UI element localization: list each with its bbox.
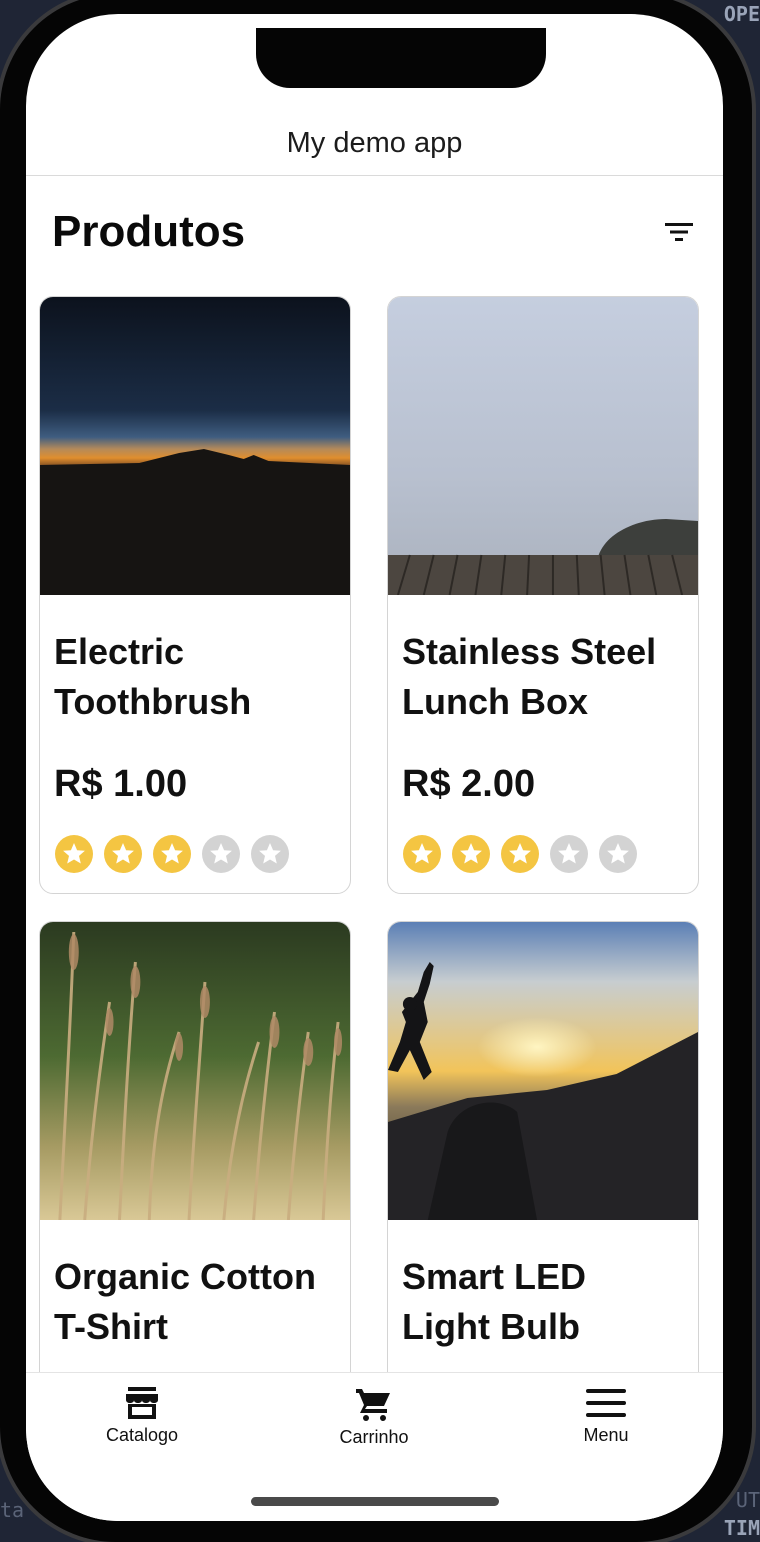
product-name-line: Light Bulb — [402, 1306, 580, 1347]
store-icon — [126, 1387, 158, 1419]
product-name-line: T-Shirt — [54, 1306, 168, 1347]
product-name: Stainless Steel Lunch Box — [402, 627, 688, 727]
product-name-line: Lunch Box — [402, 681, 588, 722]
page-title: Produtos — [52, 207, 246, 256]
background-editor-text: UT — [735, 1488, 760, 1512]
product-image-foggy-deck — [388, 297, 698, 595]
product-card[interactable]: Stainless Steel Lunch Box R$ 2.00 — [387, 296, 699, 894]
app-header: My demo app — [26, 112, 723, 176]
product-name: Electric Toothbrush — [54, 627, 340, 727]
product-card[interactable]: Electric Toothbrush R$ 1.00 — [39, 296, 351, 894]
star-filled-icon — [403, 835, 441, 873]
product-name-line: Electric — [54, 631, 185, 672]
product-name-line: Stainless Steel — [402, 631, 657, 672]
cart-icon — [356, 1389, 390, 1421]
filter-icon — [665, 223, 693, 241]
tab-label: Catalogo — [105, 1425, 179, 1445]
star-empty-icon — [251, 835, 289, 873]
background-editor-text: OPE — [723, 2, 760, 26]
tab-catalogo[interactable]: Catalogo — [72, 1387, 212, 1446]
rating-stars — [403, 835, 637, 873]
section-header: Produtos — [52, 202, 699, 262]
star-empty-icon — [599, 835, 637, 873]
tab-label: Carrinho — [339, 1427, 409, 1447]
home-indicator[interactable] — [251, 1497, 499, 1506]
star-empty-icon — [202, 835, 240, 873]
product-name-line: Toothbrush — [54, 681, 252, 722]
phone-notch — [256, 28, 546, 88]
product-price: R$ 2.00 — [402, 763, 536, 805]
menu-icon — [586, 1389, 626, 1417]
product-name: Organic Cotton T-Shirt — [54, 1252, 340, 1352]
tab-label: Menu — [583, 1425, 629, 1445]
background-editor-text: TIM — [723, 1516, 760, 1540]
app-screen: My demo app Produtos Electric Toothbrush… — [26, 14, 723, 1521]
product-name: Smart LED Light Bulb — [402, 1252, 688, 1352]
product-image-sunset-mountain — [40, 297, 350, 595]
product-name-line: Smart LED — [402, 1256, 587, 1297]
product-image-jumping-silhouette — [388, 922, 698, 1220]
star-empty-icon — [550, 835, 588, 873]
product-image-wild-grass — [40, 922, 350, 1220]
background-editor-text: ta — [0, 1498, 25, 1522]
product-name-line: Organic Cotton — [54, 1256, 316, 1297]
star-filled-icon — [153, 835, 191, 873]
star-filled-icon — [55, 835, 93, 873]
star-filled-icon — [501, 835, 539, 873]
rating-stars — [55, 835, 289, 873]
tab-menu[interactable]: Menu — [536, 1387, 676, 1446]
star-filled-icon — [452, 835, 490, 873]
tab-carrinho[interactable]: Carrinho — [304, 1387, 444, 1448]
product-price: R$ 1.00 — [54, 763, 188, 805]
filter-button[interactable] — [659, 212, 699, 252]
star-filled-icon — [104, 835, 142, 873]
app-title: My demo app — [286, 127, 463, 159]
